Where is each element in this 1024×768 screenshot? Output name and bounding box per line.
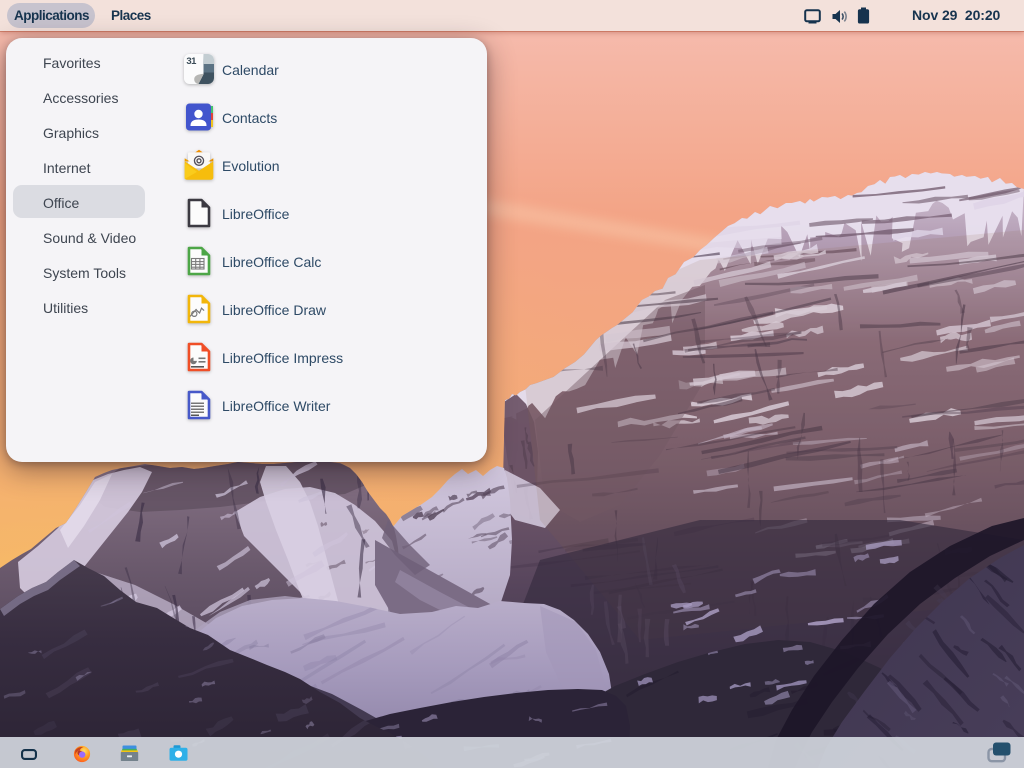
svg-text:31: 31 (186, 56, 197, 67)
